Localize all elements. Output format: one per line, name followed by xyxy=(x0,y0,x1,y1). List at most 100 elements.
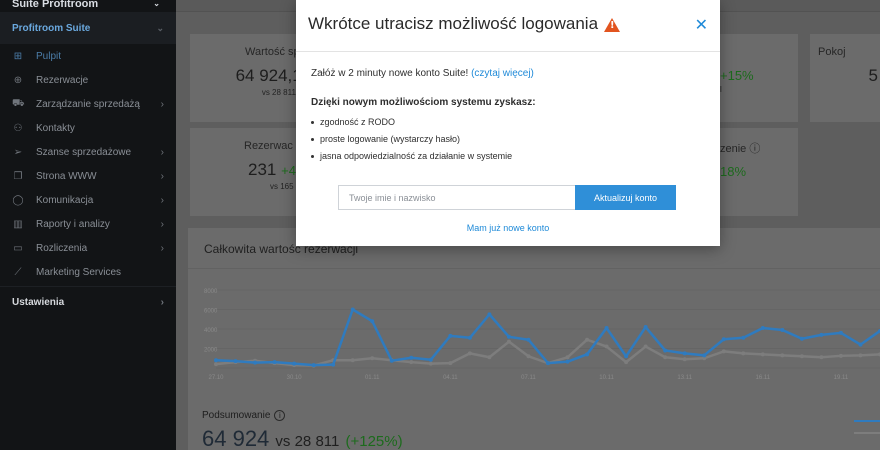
data-point[interactable] xyxy=(838,353,843,358)
data-point[interactable] xyxy=(721,337,726,342)
sidebar-item-ustawienia[interactable]: Ustawienia › xyxy=(0,286,176,318)
data-point[interactable] xyxy=(780,327,785,332)
data-point[interactable] xyxy=(858,342,863,347)
data-point[interactable] xyxy=(780,353,785,358)
read-more-link[interactable]: (czytaj więcej) xyxy=(471,68,534,79)
data-point[interactable] xyxy=(604,326,609,331)
info-icon[interactable]: i xyxy=(274,410,286,421)
data-point[interactable] xyxy=(682,351,687,356)
data-point[interactable] xyxy=(370,319,375,324)
data-point[interactable] xyxy=(448,333,453,338)
chevron-right-icon: › xyxy=(160,297,164,308)
data-point[interactable] xyxy=(487,312,492,317)
stat-percent: +15% xyxy=(720,68,754,83)
data-point[interactable] xyxy=(506,339,511,344)
chevron-right-icon: › xyxy=(160,194,164,206)
folder-icon: ▭ xyxy=(13,242,23,254)
bar-chart-icon: ▥ xyxy=(13,218,23,230)
data-point[interactable] xyxy=(409,355,414,360)
sidebar-item-raporty-i-analizy[interactable]: ▥ Raporty i analizy › xyxy=(0,212,176,236)
close-icon[interactable]: ✕ xyxy=(695,15,708,35)
sidebar-nav: ⊞ Pulpit ⊕ Rezerwacje ⛟ Zarządzanie sprzedażą… xyxy=(0,44,176,284)
data-point[interactable] xyxy=(741,335,746,340)
data-point[interactable] xyxy=(526,337,531,342)
data-point[interactable] xyxy=(624,354,629,359)
data-point[interactable] xyxy=(643,344,648,349)
sidebar-item-kontakty[interactable]: ⚇ Kontakty xyxy=(0,116,176,140)
sidebar-item-label: Rozliczenia xyxy=(36,242,88,254)
sidebar-item-komunikacja[interactable]: ◯ Komunikacja › xyxy=(0,188,176,212)
data-point[interactable] xyxy=(741,351,746,356)
data-point[interactable] xyxy=(663,348,668,353)
data-point[interactable] xyxy=(760,326,765,331)
data-point[interactable] xyxy=(292,361,297,366)
data-point[interactable] xyxy=(331,362,336,367)
cart-icon: ⛟ xyxy=(12,97,25,109)
data-point[interactable] xyxy=(350,307,355,312)
sidebar-item-strona-www[interactable]: ❐ Strona WWW › xyxy=(0,164,176,188)
brand-logo[interactable]: Suite Profitroom ⌄ xyxy=(0,0,176,12)
data-point[interactable] xyxy=(233,359,238,364)
data-point[interactable] xyxy=(799,336,804,341)
data-point[interactable] xyxy=(760,352,765,357)
data-point[interactable] xyxy=(682,357,687,362)
data-point[interactable] xyxy=(370,356,375,361)
data-point[interactable] xyxy=(350,358,355,363)
data-point[interactable] xyxy=(702,353,707,358)
data-point[interactable] xyxy=(467,335,472,340)
data-point[interactable] xyxy=(721,349,726,354)
sidebar-item-zarządzanie-sprzedażą[interactable]: ⛟ Zarządzanie sprzedażą › xyxy=(0,92,176,116)
data-point[interactable] xyxy=(467,351,472,356)
sidebar-item-marketing-services[interactable]: ⟋ Marketing Services xyxy=(0,260,176,284)
data-point[interactable] xyxy=(819,355,824,360)
sidebar-item-rozliczenia[interactable]: ▭ Rozliczenia › xyxy=(0,236,176,260)
data-point[interactable] xyxy=(858,353,863,358)
data-point[interactable] xyxy=(389,358,394,363)
data-point[interactable] xyxy=(604,344,609,349)
summary-value: 64 924 vs 28 811 (+125%) xyxy=(202,426,403,450)
warning-icon xyxy=(604,18,621,32)
data-point[interactable] xyxy=(838,330,843,335)
data-point[interactable] xyxy=(585,352,590,357)
sidebar-item-rezerwacje[interactable]: ⊕ Rezerwacje xyxy=(0,68,176,92)
sidebar-item-content: ⊕ Rezerwacje xyxy=(12,75,88,86)
have-account-link[interactable]: Mam już nowe konto xyxy=(296,223,720,233)
data-point[interactable] xyxy=(214,358,218,363)
update-account-button[interactable]: Aktualizuj konto xyxy=(575,185,676,210)
sidebar-item-content: ◯ Komunikacja xyxy=(12,195,93,206)
sidebar-item-szanse-sprzedażowe[interactable]: ➢ Szanse sprzedażowe › xyxy=(0,140,176,164)
data-point[interactable] xyxy=(448,361,453,366)
data-point[interactable] xyxy=(565,355,570,360)
data-point[interactable] xyxy=(565,359,570,364)
data-point[interactable] xyxy=(546,361,550,366)
data-point[interactable] xyxy=(428,361,433,366)
sidebar-item-pulpit[interactable]: ⊞ Pulpit xyxy=(0,44,176,68)
sidebar-item-content: ⚇ Kontakty xyxy=(12,123,75,134)
data-point[interactable] xyxy=(428,357,433,362)
data-point[interactable] xyxy=(214,362,218,367)
sidebar-section-label: Profitroom Suite xyxy=(12,22,91,34)
data-point[interactable] xyxy=(526,354,531,359)
name-input[interactable] xyxy=(338,185,575,210)
chevron-down-icon[interactable]: ⌄ xyxy=(153,0,160,8)
line-chart[interactable]: 8000 6000 4000 2000 27.10 30.10 01.11 04.11 07.1… xyxy=(188,228,880,450)
data-point[interactable] xyxy=(585,337,590,342)
data-point[interactable] xyxy=(311,363,316,368)
data-point[interactable] xyxy=(506,334,511,339)
bullet xyxy=(311,138,314,141)
sidebar-item-content: ▭ Rozliczenia xyxy=(12,243,87,254)
data-point[interactable] xyxy=(799,354,804,359)
data-point[interactable] xyxy=(487,355,492,360)
data-point[interactable] xyxy=(253,360,258,365)
x-tick-label: 10.11 xyxy=(599,375,614,381)
data-point[interactable] xyxy=(409,360,414,365)
data-point[interactable] xyxy=(624,360,629,365)
data-point[interactable] xyxy=(272,360,277,365)
y-tick-label: 8000 xyxy=(204,289,218,295)
sidebar-section-profitroom-suite[interactable]: Profitroom Suite ⌄ xyxy=(0,12,176,44)
data-point[interactable] xyxy=(663,355,668,360)
data-point[interactable] xyxy=(643,325,648,330)
chevron-right-icon: › xyxy=(160,242,164,254)
stat-card-rooms: Pokoj 5 xyxy=(810,34,880,122)
data-point[interactable] xyxy=(819,332,824,337)
